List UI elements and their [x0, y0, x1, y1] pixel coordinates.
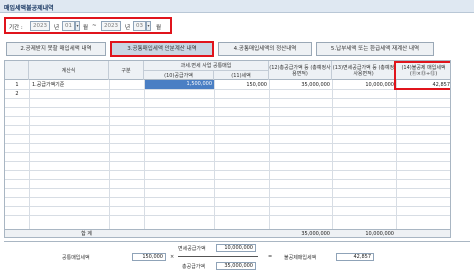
- formula-total-label: 총공급가액: [182, 264, 206, 270]
- header-exempt-supply: (13)면세공급가액 등 (총예정사용면적): [332, 61, 396, 80]
- row-number: 2: [15, 91, 19, 97]
- formula-common-label: 공통매입세액: [62, 255, 90, 261]
- row-divider: [5, 116, 450, 117]
- formula-times: ×: [170, 254, 175, 260]
- highlight-nondeductible: [394, 61, 450, 90]
- window-titlebar: 매입세액불공제내역: [0, 0, 474, 13]
- formula-panel: 공통매입세액 150,000 × 면세공급가액 10,000,000 총공급가액…: [4, 241, 470, 274]
- row-divider: [5, 143, 450, 144]
- period-selector: 기간 : 2023 년 01 ▾ 월 ~ 2023 년 03 ▾ 월: [4, 17, 172, 34]
- from-month-field[interactable]: 01: [62, 21, 75, 31]
- row-number: 1: [15, 82, 19, 88]
- tab-nondeductible[interactable]: 2.공제받지 못할 매입세액 내역: [6, 42, 106, 56]
- to-year-field[interactable]: 2023: [101, 21, 121, 31]
- period-label: 기간 :: [9, 25, 23, 31]
- header-tax: (11)세액: [214, 71, 269, 80]
- header-supply: (10)공급가액: [144, 71, 214, 80]
- total-row: 합 계 35,000,000 10,000,000: [5, 229, 450, 237]
- row-total-supply[interactable]: 35,000,000: [270, 81, 332, 89]
- row-divider: [5, 197, 450, 198]
- row-divider: [5, 161, 450, 162]
- to-year-unit: 년: [125, 25, 131, 31]
- from-year-unit: 년: [54, 25, 60, 31]
- from-month-dropdown-icon[interactable]: ▾: [75, 21, 80, 31]
- tab-bar: 2.공제받지 못할 매입세액 내역 3.공통매입세액 안분계산 내역 4.공통매…: [6, 41, 446, 57]
- to-month-field[interactable]: 03: [133, 21, 146, 31]
- row-divider: [5, 125, 450, 126]
- tab-common-allocation[interactable]: 3.공통매입세액 안분계산 내역: [110, 41, 214, 57]
- row-calc[interactable]: 1.공급가액기준: [32, 81, 108, 89]
- from-month-unit: 월: [83, 25, 89, 31]
- row-supply[interactable]: 1,500,000: [145, 80, 214, 89]
- from-year-field[interactable]: 2023: [30, 21, 50, 31]
- row-divider: [5, 215, 450, 216]
- row-divider: [5, 107, 450, 108]
- period-separator: ~: [92, 23, 97, 29]
- row-tax[interactable]: 150,000: [215, 81, 269, 89]
- row-divider: [5, 188, 450, 189]
- formula-result-value: 42,857: [336, 253, 374, 261]
- row-divider: [5, 134, 450, 135]
- row-divider: [5, 206, 450, 207]
- allocation-grid: 계산식 구분 과세.면세 사업 공통매입 (10)공급가액 (11)세액 (12…: [4, 60, 451, 238]
- formula-exempt-value: 10,000,000: [216, 244, 256, 252]
- grid-header: 계산식 구분 과세.면세 사업 공통매입 (10)공급가액 (11)세액 (12…: [5, 61, 450, 80]
- row-exempt-supply[interactable]: 10,000,000: [333, 81, 396, 89]
- to-month-dropdown-icon[interactable]: ▾: [146, 21, 151, 31]
- total-exempt-supply: 10,000,000: [365, 231, 394, 237]
- formula-common-value: 150,000: [132, 253, 166, 261]
- header-calc: 계산식: [29, 61, 109, 80]
- header-div: 구분: [109, 61, 144, 80]
- formula-exempt-label: 면세공급가액: [178, 246, 206, 252]
- formula-fraction-line: [178, 256, 258, 257]
- row-divider: [5, 89, 450, 90]
- header-common-group: 과세.면세 사업 공통매입: [144, 61, 269, 71]
- total-label: 합 계: [81, 231, 92, 237]
- row-divider: [5, 152, 450, 153]
- header-rownum: [5, 61, 29, 80]
- formula-result-label: 불공제매입세액: [284, 255, 317, 261]
- formula-equals: =: [268, 254, 273, 260]
- row-divider: [5, 98, 450, 99]
- row-divider: [5, 179, 450, 180]
- tab-recalculation[interactable]: 5.납부세액 또는 환급세액 재계산 내역: [316, 42, 434, 56]
- header-total-supply: (12)총공급가액 등 (총예정사용면적): [269, 61, 332, 80]
- window-title: 매입세액불공제내역: [4, 5, 54, 12]
- tab-common-settlement[interactable]: 4.공통매입세액의 정산내역: [218, 42, 312, 56]
- formula-total-value: 35,000,000: [216, 262, 256, 270]
- row-divider: [5, 170, 450, 171]
- total-total-supply: 35,000,000: [301, 231, 330, 237]
- to-month-unit: 월: [156, 25, 162, 31]
